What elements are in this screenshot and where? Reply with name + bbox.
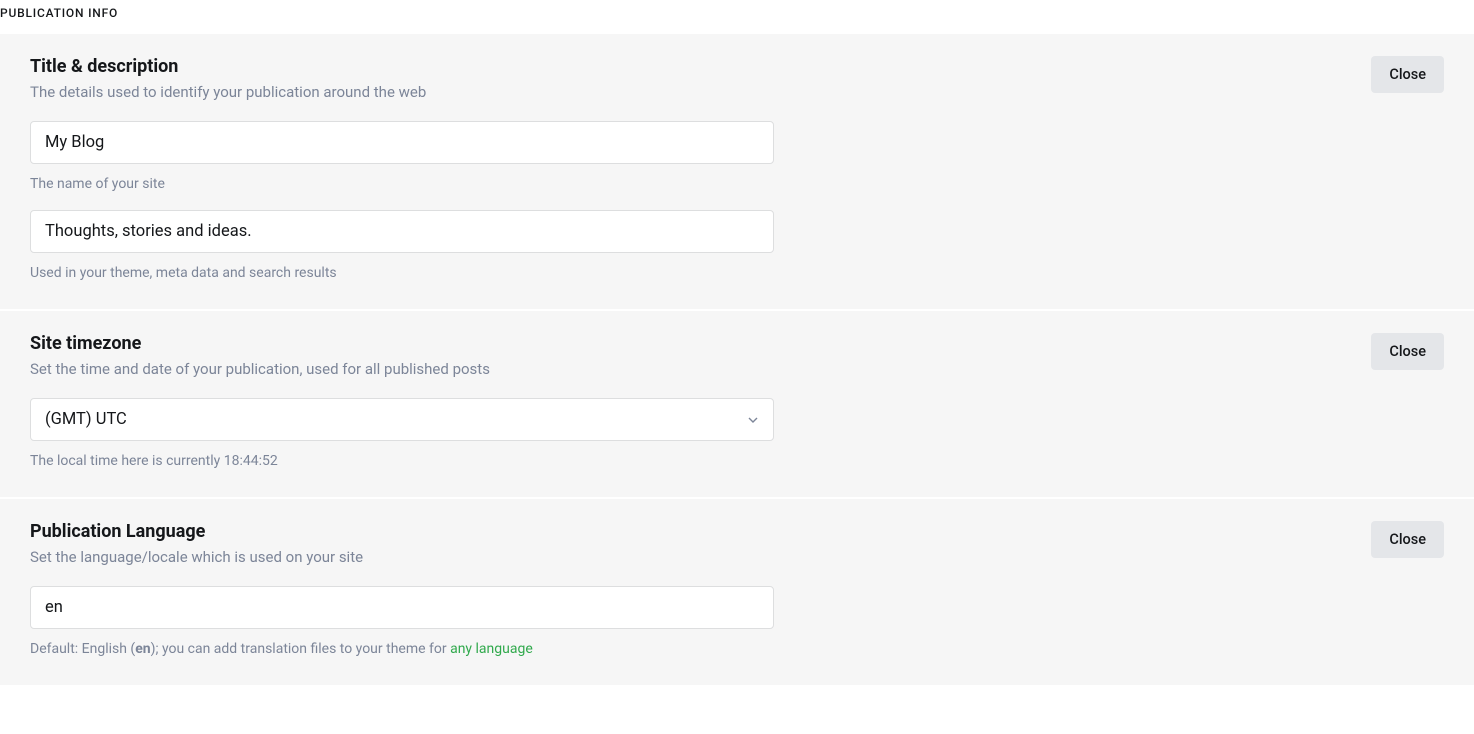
language-help-mid: ); you can add translation files to your… (151, 641, 450, 657)
language-help-prefix: Default: English ( (30, 641, 135, 657)
any-language-link[interactable]: any language (450, 641, 533, 657)
chevron-down-icon (747, 414, 759, 426)
language-input[interactable] (30, 586, 774, 629)
panel-subheading: The details used to identify your public… (30, 83, 426, 101)
panel-subheading: Set the language/locale which is used on… (30, 548, 363, 566)
site-title-help: The name of your site (30, 176, 1444, 192)
site-description-input[interactable] (30, 210, 774, 253)
section-label: PUBLICATION INFO (0, 0, 1474, 34)
close-button[interactable]: Close (1371, 333, 1444, 370)
language-help: Default: English (en); you can add trans… (30, 641, 1444, 657)
panel-site-timezone: Site timezone Set the time and date of y… (0, 311, 1474, 497)
panel-title-description: Title & description The details used to … (0, 34, 1474, 309)
panel-heading: Title & description (30, 56, 426, 77)
close-button[interactable]: Close (1371, 521, 1444, 558)
close-button[interactable]: Close (1371, 56, 1444, 93)
panel-heading: Site timezone (30, 333, 490, 354)
panel-heading: Publication Language (30, 521, 363, 542)
timezone-help: The local time here is currently 18:44:5… (30, 453, 1444, 469)
site-description-help: Used in your theme, meta data and search… (30, 265, 1444, 281)
timezone-selected-value: (GMT) UTC (45, 410, 127, 429)
site-title-input[interactable] (30, 121, 774, 164)
panel-publication-language: Publication Language Set the language/lo… (0, 499, 1474, 685)
panel-subheading: Set the time and date of your publicatio… (30, 360, 490, 378)
language-help-bold: en (135, 641, 150, 657)
timezone-select[interactable]: (GMT) UTC (30, 398, 774, 441)
